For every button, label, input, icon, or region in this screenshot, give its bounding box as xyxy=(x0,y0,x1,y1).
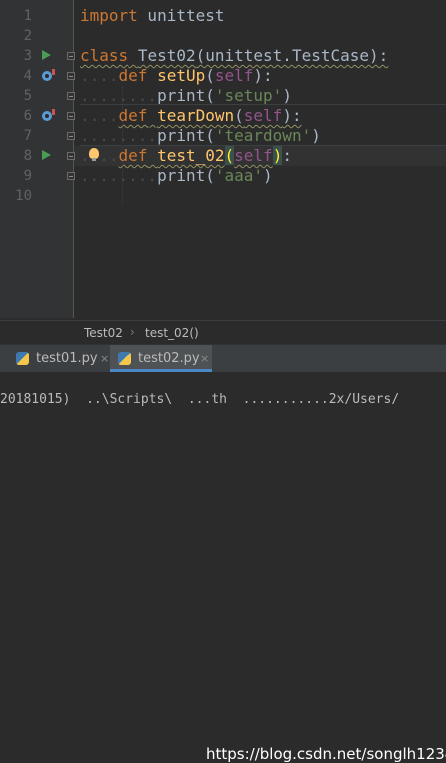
lightbulb-intention-icon[interactable] xyxy=(89,148,99,161)
code-token: (unittest.TestCase): xyxy=(195,46,389,65)
code-token: .... xyxy=(80,146,119,165)
code-token: print xyxy=(157,166,206,185)
tab-label: test01.py xyxy=(36,351,98,366)
method-separator xyxy=(80,104,446,105)
code-line[interactable]: ........print('setup') xyxy=(80,86,292,106)
breadcrumb-separator: › xyxy=(130,325,135,339)
terminal-panel[interactable]: 20181015) ..\Scripts\ ...th ...........2… xyxy=(0,372,446,763)
code-token: ........ xyxy=(80,166,158,185)
code-token: ) xyxy=(282,86,292,105)
code-token: ) xyxy=(311,126,321,145)
code-token: ........ xyxy=(80,126,158,145)
breadcrumb-item-class[interactable]: Test02 xyxy=(84,326,123,340)
line-number: 3 xyxy=(23,48,32,64)
override-arrow-icon xyxy=(52,69,55,75)
code-token: self xyxy=(243,106,283,125)
code-token: tearDown xyxy=(157,106,235,125)
code-editor[interactable]: 1 2 3 4 5 6 7 8 9 10 import unittest class Test02(… xyxy=(0,0,446,318)
line-number: 6 xyxy=(23,108,32,124)
tab-test02[interactable]: test02.py × xyxy=(110,345,212,372)
fold-marker-icon[interactable] xyxy=(67,112,75,120)
code-token: 'aaa' xyxy=(214,166,264,185)
tab-label: test02.py xyxy=(138,351,200,366)
editor-tab-bar: test01.py × test02.py × xyxy=(0,344,446,373)
code-token: def xyxy=(118,66,148,85)
close-icon[interactable]: × xyxy=(100,345,109,372)
code-token: : xyxy=(282,146,292,165)
code-token: print xyxy=(157,86,206,105)
code-token: import xyxy=(80,6,138,25)
line-number: 1 xyxy=(23,8,32,24)
run-triangle-icon[interactable] xyxy=(42,150,51,160)
override-arrow-icon xyxy=(52,109,55,115)
code-token: ( xyxy=(224,146,235,165)
breadcrumb-item-method[interactable]: test_02() xyxy=(145,326,199,340)
fold-marker-icon[interactable] xyxy=(67,132,75,140)
line-number: 8 xyxy=(23,148,32,164)
breadcrumb: Test02 › test_02() xyxy=(0,320,446,345)
fold-marker-icon[interactable] xyxy=(67,52,75,60)
code-line[interactable]: ........print('teardown') xyxy=(80,126,321,146)
code-token: ) xyxy=(272,146,283,165)
line-number: 7 xyxy=(23,128,32,144)
code-token: 'setup' xyxy=(214,86,283,105)
fold-marker-icon[interactable] xyxy=(67,172,75,180)
override-method-icon[interactable] xyxy=(42,71,52,81)
code-line[interactable]: ........print('aaa') xyxy=(80,166,273,186)
indent-guide xyxy=(122,86,123,204)
code-token: self xyxy=(214,66,254,85)
line-number: 4 xyxy=(23,68,32,84)
watermark-text: https://blog.csdn.net/songlh1234 xyxy=(206,745,446,763)
code-token: .... xyxy=(80,66,119,85)
code-line[interactable]: ....def test_02(self): xyxy=(80,146,292,166)
code-line[interactable]: import unittest xyxy=(80,6,225,26)
close-icon[interactable]: × xyxy=(200,345,209,372)
python-file-icon xyxy=(118,352,131,365)
code-token: .... xyxy=(80,106,119,125)
code-token: ( xyxy=(205,166,215,185)
code-token: test_02 xyxy=(157,146,225,165)
code-token: Test02 xyxy=(137,46,196,65)
terminal-output-line: 20181015) ..\Scripts\ ...th ...........2… xyxy=(0,392,400,407)
code-token: setUp xyxy=(157,66,206,85)
code-line[interactable]: class Test02(unittest.TestCase): xyxy=(80,46,388,66)
python-file-icon xyxy=(16,352,29,365)
line-number: 2 xyxy=(23,28,32,44)
code-token: ( xyxy=(205,66,215,85)
line-number: 9 xyxy=(23,168,32,184)
fold-marker-icon[interactable] xyxy=(67,152,75,160)
code-token: ) xyxy=(263,166,273,185)
run-triangle-icon[interactable] xyxy=(42,50,51,60)
code-line[interactable]: ....def tearDown(self): xyxy=(80,106,302,126)
code-token: ( xyxy=(234,106,244,125)
code-token: ): xyxy=(282,106,302,125)
fold-marker-icon[interactable] xyxy=(67,92,75,100)
code-token: ( xyxy=(205,126,215,145)
override-method-icon[interactable] xyxy=(42,111,52,121)
code-token: 'teardown' xyxy=(214,126,312,145)
code-token: self xyxy=(234,146,273,165)
code-token: ( xyxy=(205,86,215,105)
code-line[interactable]: ....def setUp(self): xyxy=(80,66,273,86)
code-token: ........ xyxy=(80,86,158,105)
code-token: unittest xyxy=(137,6,225,25)
code-token: print xyxy=(157,126,206,145)
fold-marker-icon[interactable] xyxy=(67,72,75,80)
line-number: 5 xyxy=(23,88,32,104)
tab-test01[interactable]: test01.py × xyxy=(8,345,109,372)
line-number: 10 xyxy=(15,188,32,204)
code-token: class xyxy=(80,46,129,65)
code-token: ): xyxy=(253,66,273,85)
method-separator xyxy=(80,145,446,146)
